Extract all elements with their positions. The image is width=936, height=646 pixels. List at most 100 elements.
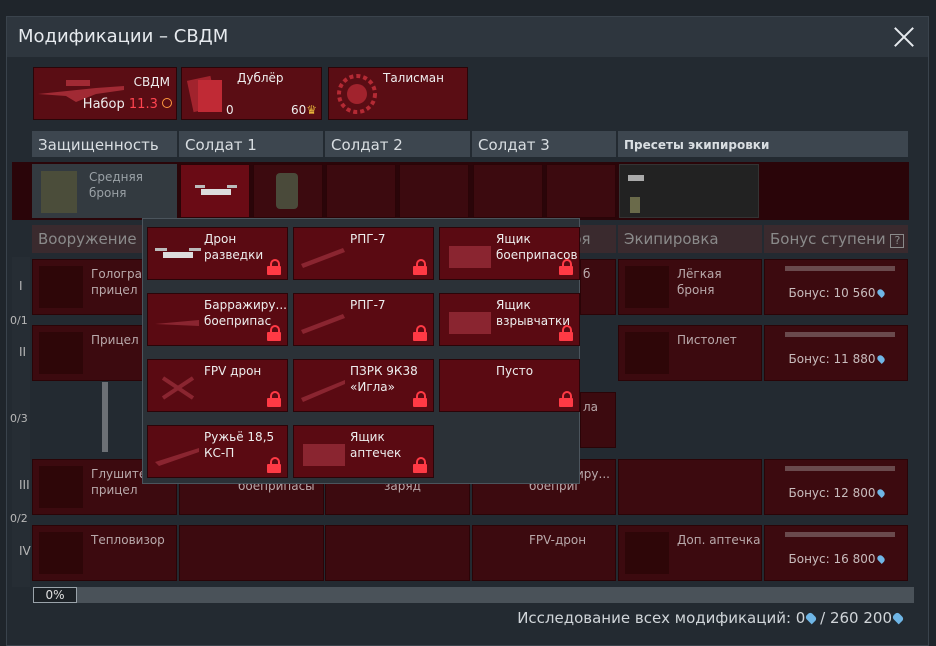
scope-icon: [39, 332, 83, 374]
soldier3-slot-1[interactable]: [473, 164, 543, 218]
equip-cell[interactable]: [618, 459, 762, 515]
popup-item-label: Дрон разведки: [204, 232, 264, 262]
soldier3-slot-2[interactable]: [546, 164, 616, 218]
research-current: 0: [795, 609, 806, 627]
sight-icon: [39, 266, 83, 308]
gem-icon: [875, 354, 886, 364]
research-total-value: 260 200: [829, 609, 892, 627]
window-title: Модификации – СВДМ: [18, 26, 229, 47]
col-presets[interactable]: Пресеты экипировки: [618, 131, 908, 157]
popup-item-recon-drone[interactable]: Дрон разведки: [147, 227, 288, 280]
suppressor-icon: [39, 466, 83, 508]
medkit-icon: [625, 532, 669, 574]
manpads-icon: [301, 380, 345, 402]
gem-icon: [875, 288, 886, 298]
close-icon[interactable]: [890, 23, 918, 51]
weapon-card[interactable]: СВДМ Набор 11.3: [33, 67, 177, 120]
popup-item-shotgun[interactable]: Ружьё 18,5 КС-П: [147, 425, 288, 478]
preset-slot[interactable]: [619, 164, 759, 218]
lock-icon: [267, 457, 281, 473]
popup-item-manpads[interactable]: ПЗРК 9К38 «Игла»: [293, 359, 434, 412]
mod-cell[interactable]: [179, 525, 324, 581]
col-soldier-3[interactable]: Солдат 3: [472, 131, 616, 157]
grenade-icon: [276, 173, 298, 209]
preset-grenade-icon: [630, 197, 640, 213]
bonus-text: Бонус: 16 800: [765, 552, 907, 566]
popup-item-explosives-box[interactable]: Ящик взрывчатки: [439, 293, 580, 346]
equip-label: Пистолет: [677, 333, 737, 347]
light-armor-icon: [625, 266, 669, 308]
bonus-value: 16 800: [833, 552, 876, 566]
col-soldier-1[interactable]: Солдат 1: [179, 131, 323, 157]
popup-item-medkit-box[interactable]: Ящик аптечек: [293, 425, 434, 478]
duplicate-card[interactable]: Дублёр 0 60♛: [181, 67, 322, 120]
mod-label: Тепловизор: [91, 533, 165, 547]
loitering-munition-icon: [155, 320, 199, 326]
research-separator: /: [820, 609, 826, 627]
mod-cell[interactable]: [325, 525, 470, 581]
popup-item-label: Пусто: [496, 364, 534, 378]
set-label: Набор: [82, 97, 125, 112]
popup-item-rpg7-2[interactable]: РПГ-7: [293, 293, 434, 346]
equip-cell[interactable]: Лёгкая броня: [618, 259, 762, 315]
mod-cell[interactable]: FPV-дрон: [472, 525, 616, 581]
gem-icon: [804, 611, 818, 625]
popup-item-fpv-drone[interactable]: FPV дрон: [147, 359, 288, 412]
fpv-drone-icon: [161, 376, 195, 400]
protection-slot[interactable]: Средняя броня: [32, 164, 177, 218]
price-value: 60: [290, 103, 307, 117]
mod-cell[interactable]: иру...: [576, 459, 616, 515]
talisman-card[interactable]: Талисман: [328, 67, 468, 120]
weapon-name: СВДМ: [133, 75, 170, 89]
card-deck-icon: [186, 75, 222, 113]
rank-label: III: [19, 478, 30, 492]
popup-item-loitering-munition[interactable]: Барражиру... боеприпас: [147, 293, 288, 346]
mod-cell[interactable]: Тепловизор: [32, 525, 177, 581]
popup-item-ammo-box[interactable]: Ящик боеприпасов: [439, 227, 580, 280]
bonus-bar: [785, 466, 895, 471]
drone-icon: [195, 185, 237, 195]
rpg-icon: [301, 248, 345, 268]
thermal-sight-icon: [39, 532, 83, 574]
talisman-name: Талисман: [383, 71, 445, 85]
col-protection[interactable]: Защищенность: [32, 131, 177, 157]
popup-item-label: РПГ-7: [350, 232, 386, 246]
rank-label: I: [19, 279, 23, 293]
mod-label: ла: [583, 400, 599, 414]
rank-progress: 0/1: [10, 314, 28, 327]
ammo-box-icon: [449, 246, 491, 268]
mod-cell[interactable]: б: [580, 259, 616, 315]
lock-icon: [559, 391, 573, 407]
progress-percent: 0%: [33, 587, 77, 603]
soldier2-slot-2[interactable]: [399, 164, 469, 218]
bonus-value: 11 880: [833, 352, 876, 366]
popup-item-empty[interactable]: Пусто: [439, 359, 580, 412]
soldier2-slot-1[interactable]: [326, 164, 396, 218]
lock-icon: [267, 391, 281, 407]
medkit-box-icon: [303, 444, 345, 466]
mod-cell[interactable]: ла: [580, 392, 616, 448]
popup-item-rpg7[interactable]: РПГ-7: [293, 227, 434, 280]
pistol-icon: [625, 332, 669, 374]
sub-bonus-label: Бонус ступени: [770, 230, 886, 248]
equipment-choice-popup: Дрон разведки РПГ-7 Ящик боеприпасов Бар…: [142, 218, 580, 484]
talisman-icon: [337, 74, 377, 114]
equip-cell[interactable]: Доп. аптечка: [618, 525, 762, 581]
help-icon[interactable]: ?: [890, 234, 905, 248]
equip-label: Лёгкая броня: [677, 267, 722, 297]
col-soldier-2[interactable]: Солдат 2: [325, 131, 470, 157]
duplicate-price: 60♛: [291, 102, 317, 118]
recon-drone-icon: [155, 248, 201, 258]
research-progress-bar: 0%: [33, 587, 914, 603]
modifications-window: Модификации – СВДМ СВДМ Набор 11.3 Дублё…: [6, 16, 929, 646]
preset-drone-icon: [628, 175, 644, 181]
bonus-bar: [785, 332, 895, 337]
soldier1-slot-grenade[interactable]: [253, 164, 323, 218]
bonus-value: 12 800: [833, 486, 876, 500]
set-line: Набор 11.3: [83, 97, 172, 113]
sub-equipment: Экипировка: [618, 225, 762, 253]
sub-bonus: Бонус ступени ?: [764, 225, 908, 253]
equip-cell[interactable]: Пистолет: [618, 325, 762, 381]
research-total: Исследование всех модификаций: 0 / 260 2…: [517, 609, 905, 627]
soldier1-slot-drone[interactable]: [180, 164, 250, 218]
